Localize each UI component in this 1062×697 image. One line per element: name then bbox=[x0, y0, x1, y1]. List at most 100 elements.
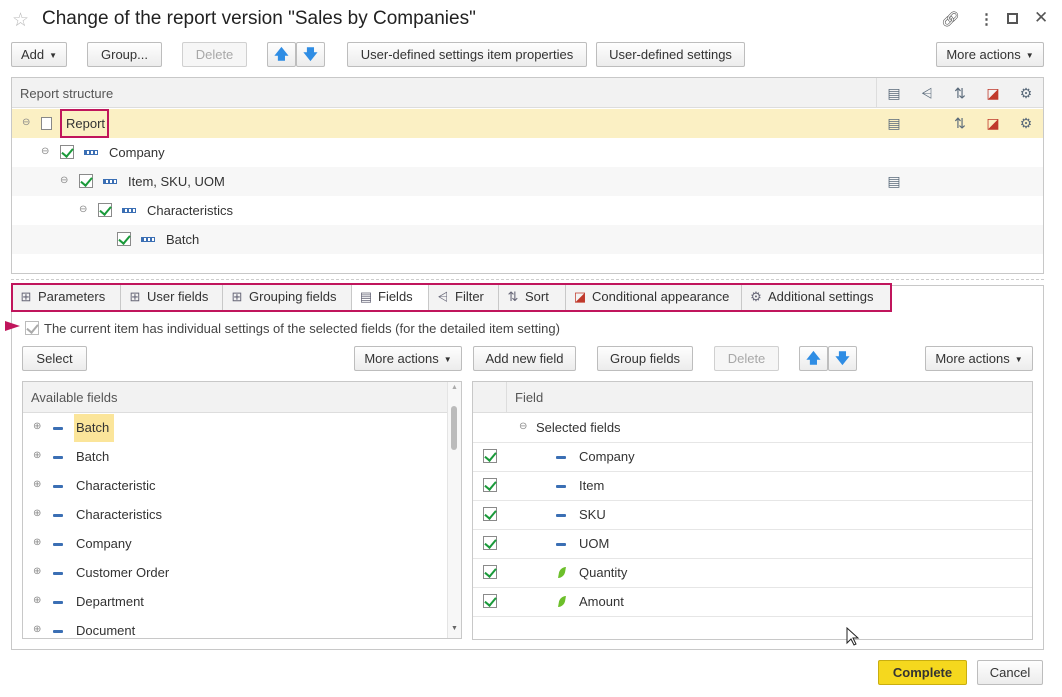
structure-checkbox[interactable] bbox=[98, 203, 112, 217]
kebab-icon[interactable]: ⋮ bbox=[979, 10, 994, 28]
list-item-label: Department bbox=[76, 594, 144, 609]
fields-col-icon[interactable]: ▤ bbox=[886, 85, 902, 101]
collapse-icon[interactable]: ⊖ bbox=[22, 117, 30, 128]
individual-settings-checkbox[interactable] bbox=[25, 321, 39, 335]
table-row[interactable]: UOM bbox=[473, 529, 1032, 558]
field-label: SKU bbox=[579, 507, 606, 522]
field-icon bbox=[556, 456, 566, 459]
list-item[interactable]: ⊕ Document bbox=[23, 616, 447, 638]
table-row[interactable]: Item bbox=[473, 471, 1032, 500]
table-row[interactable]: SKU bbox=[473, 500, 1032, 529]
delete-button[interactable]: Delete bbox=[182, 42, 247, 67]
field-icon bbox=[556, 485, 566, 488]
expand-icon[interactable]: ⊕ bbox=[33, 450, 41, 461]
report-structure-table[interactable]: Report structure ▤ ⩤ ⇅ ◪ ⚙ ⊖ Report ▤ ⇅ … bbox=[11, 77, 1044, 274]
settings-icon[interactable]: ⚙ bbox=[1018, 115, 1034, 131]
link-icon[interactable]: 🔗︎ bbox=[941, 10, 960, 28]
move-down-button[interactable]: 🡇 bbox=[296, 42, 325, 67]
selected-fields-table[interactable]: Field ⊖ Selected fields Company Item SKU… bbox=[472, 381, 1033, 640]
structure-row-company[interactable]: ⊖ Company bbox=[12, 138, 1043, 167]
structure-checkbox[interactable] bbox=[60, 145, 74, 159]
structure-row-label: Item, SKU, UOM bbox=[128, 174, 225, 189]
cancel-button[interactable]: Cancel bbox=[977, 660, 1043, 685]
fields-icon[interactable]: ▤ bbox=[886, 115, 902, 131]
structure-row-characteristics[interactable]: ⊖ Characteristics bbox=[12, 196, 1043, 225]
collapse-icon[interactable]: ⊖ bbox=[60, 175, 68, 186]
structure-row-batch[interactable]: Batch bbox=[12, 225, 1043, 254]
collapse-icon[interactable]: ⊖ bbox=[41, 146, 49, 157]
list-item[interactable]: ⊕ Batch bbox=[23, 413, 447, 442]
field-icon bbox=[53, 514, 63, 517]
fields-icon[interactable]: ▤ bbox=[886, 173, 902, 189]
right-more-actions-button[interactable]: More actions ▼ bbox=[925, 346, 1033, 371]
collapse-icon[interactable]: ⊖ bbox=[79, 204, 87, 215]
expand-icon[interactable]: ⊕ bbox=[33, 566, 41, 577]
right-delete-button[interactable]: Delete bbox=[714, 346, 779, 371]
star-icon[interactable]: ☆ bbox=[12, 9, 29, 32]
group-fields-button[interactable]: Group fields bbox=[597, 346, 693, 371]
select-button[interactable]: Select bbox=[22, 346, 87, 371]
list-item-label: Characteristic bbox=[76, 478, 156, 493]
field-icon bbox=[53, 485, 63, 488]
structure-row-label: Company bbox=[109, 145, 165, 160]
splitter[interactable] bbox=[11, 279, 1044, 280]
field-move-up-button[interactable]: 🡅 bbox=[799, 346, 828, 371]
table-row[interactable]: Company bbox=[473, 442, 1032, 471]
appearance-icon[interactable]: ◪ bbox=[985, 115, 1001, 131]
settings-col-icon[interactable]: ⚙ bbox=[1018, 85, 1034, 101]
field-label: Item bbox=[579, 478, 605, 493]
close-icon[interactable]: ✕ bbox=[1034, 8, 1048, 28]
item-properties-button[interactable]: User-defined settings item properties bbox=[347, 42, 587, 67]
sort-icon[interactable]: ⇅ bbox=[952, 115, 968, 131]
structure-row-item[interactable]: ⊖ Item, SKU, UOM ▤ bbox=[12, 167, 1043, 196]
structure-checkbox[interactable] bbox=[79, 174, 93, 188]
scrollbar-thumb[interactable] bbox=[451, 406, 457, 450]
scrollbar[interactable]: ▲ ▼ bbox=[447, 382, 461, 638]
page-title: Change of the report version "Sales by C… bbox=[42, 8, 476, 29]
list-item[interactable]: ⊕ Batch bbox=[23, 442, 447, 471]
expand-icon[interactable]: ⊕ bbox=[33, 624, 41, 635]
field-checkbox[interactable] bbox=[483, 565, 497, 579]
list-item[interactable]: ⊕ Characteristics bbox=[23, 500, 447, 529]
expand-icon[interactable]: ⊕ bbox=[33, 508, 41, 519]
appearance-col-icon[interactable]: ◪ bbox=[985, 85, 1001, 101]
resource-icon bbox=[558, 596, 566, 607]
selected-fields-group-row[interactable]: ⊖ Selected fields bbox=[473, 413, 1032, 442]
field-label: Amount bbox=[579, 594, 624, 609]
field-label: Company bbox=[579, 449, 635, 464]
expand-icon[interactable]: ⊕ bbox=[33, 421, 41, 432]
field-move-down-button[interactable]: 🡇 bbox=[828, 346, 857, 371]
list-item[interactable]: ⊕ Customer Order bbox=[23, 558, 447, 587]
filter-col-icon[interactable]: ⩤ bbox=[919, 85, 935, 101]
more-actions-button[interactable]: More actions ▼ bbox=[936, 42, 1044, 67]
field-checkbox[interactable] bbox=[483, 507, 497, 521]
structure-row-report[interactable]: ⊖ Report ▤ ⇅ ◪ ⚙ bbox=[12, 109, 1043, 138]
expand-icon[interactable]: ⊕ bbox=[33, 595, 41, 606]
collapse-icon[interactable]: ⊖ bbox=[519, 421, 527, 432]
structure-header-label: Report structure bbox=[20, 86, 114, 101]
user-settings-button[interactable]: User-defined settings bbox=[596, 42, 745, 67]
complete-button[interactable]: Complete bbox=[878, 660, 967, 685]
individual-settings-label: The current item has individual settings… bbox=[44, 321, 560, 336]
list-item-label: Company bbox=[76, 536, 132, 551]
table-row[interactable]: Quantity bbox=[473, 558, 1032, 587]
add-button[interactable]: Add ▼ bbox=[11, 42, 67, 67]
add-new-field-button[interactable]: Add new field bbox=[473, 346, 576, 371]
list-item[interactable]: ⊕ Characteristic bbox=[23, 471, 447, 500]
group-button[interactable]: Group... bbox=[87, 42, 162, 67]
field-checkbox[interactable] bbox=[483, 594, 497, 608]
expand-icon[interactable]: ⊕ bbox=[33, 537, 41, 548]
left-more-actions-button[interactable]: More actions ▼ bbox=[354, 346, 462, 371]
expand-icon[interactable]: ⊕ bbox=[33, 479, 41, 490]
move-up-button[interactable]: 🡅 bbox=[267, 42, 296, 67]
structure-checkbox[interactable] bbox=[117, 232, 131, 246]
table-row[interactable]: Amount bbox=[473, 587, 1032, 616]
list-item[interactable]: ⊕ Company bbox=[23, 529, 447, 558]
field-checkbox[interactable] bbox=[483, 536, 497, 550]
list-item[interactable]: ⊕ Department bbox=[23, 587, 447, 616]
available-fields-table[interactable]: Available fields ▲ ▼ ⊕ Batch ⊕ Batch ⊕ C… bbox=[22, 381, 462, 639]
maximize-icon[interactable] bbox=[1007, 13, 1018, 24]
field-checkbox[interactable] bbox=[483, 449, 497, 463]
sort-col-icon[interactable]: ⇅ bbox=[952, 85, 968, 101]
field-checkbox[interactable] bbox=[483, 478, 497, 492]
